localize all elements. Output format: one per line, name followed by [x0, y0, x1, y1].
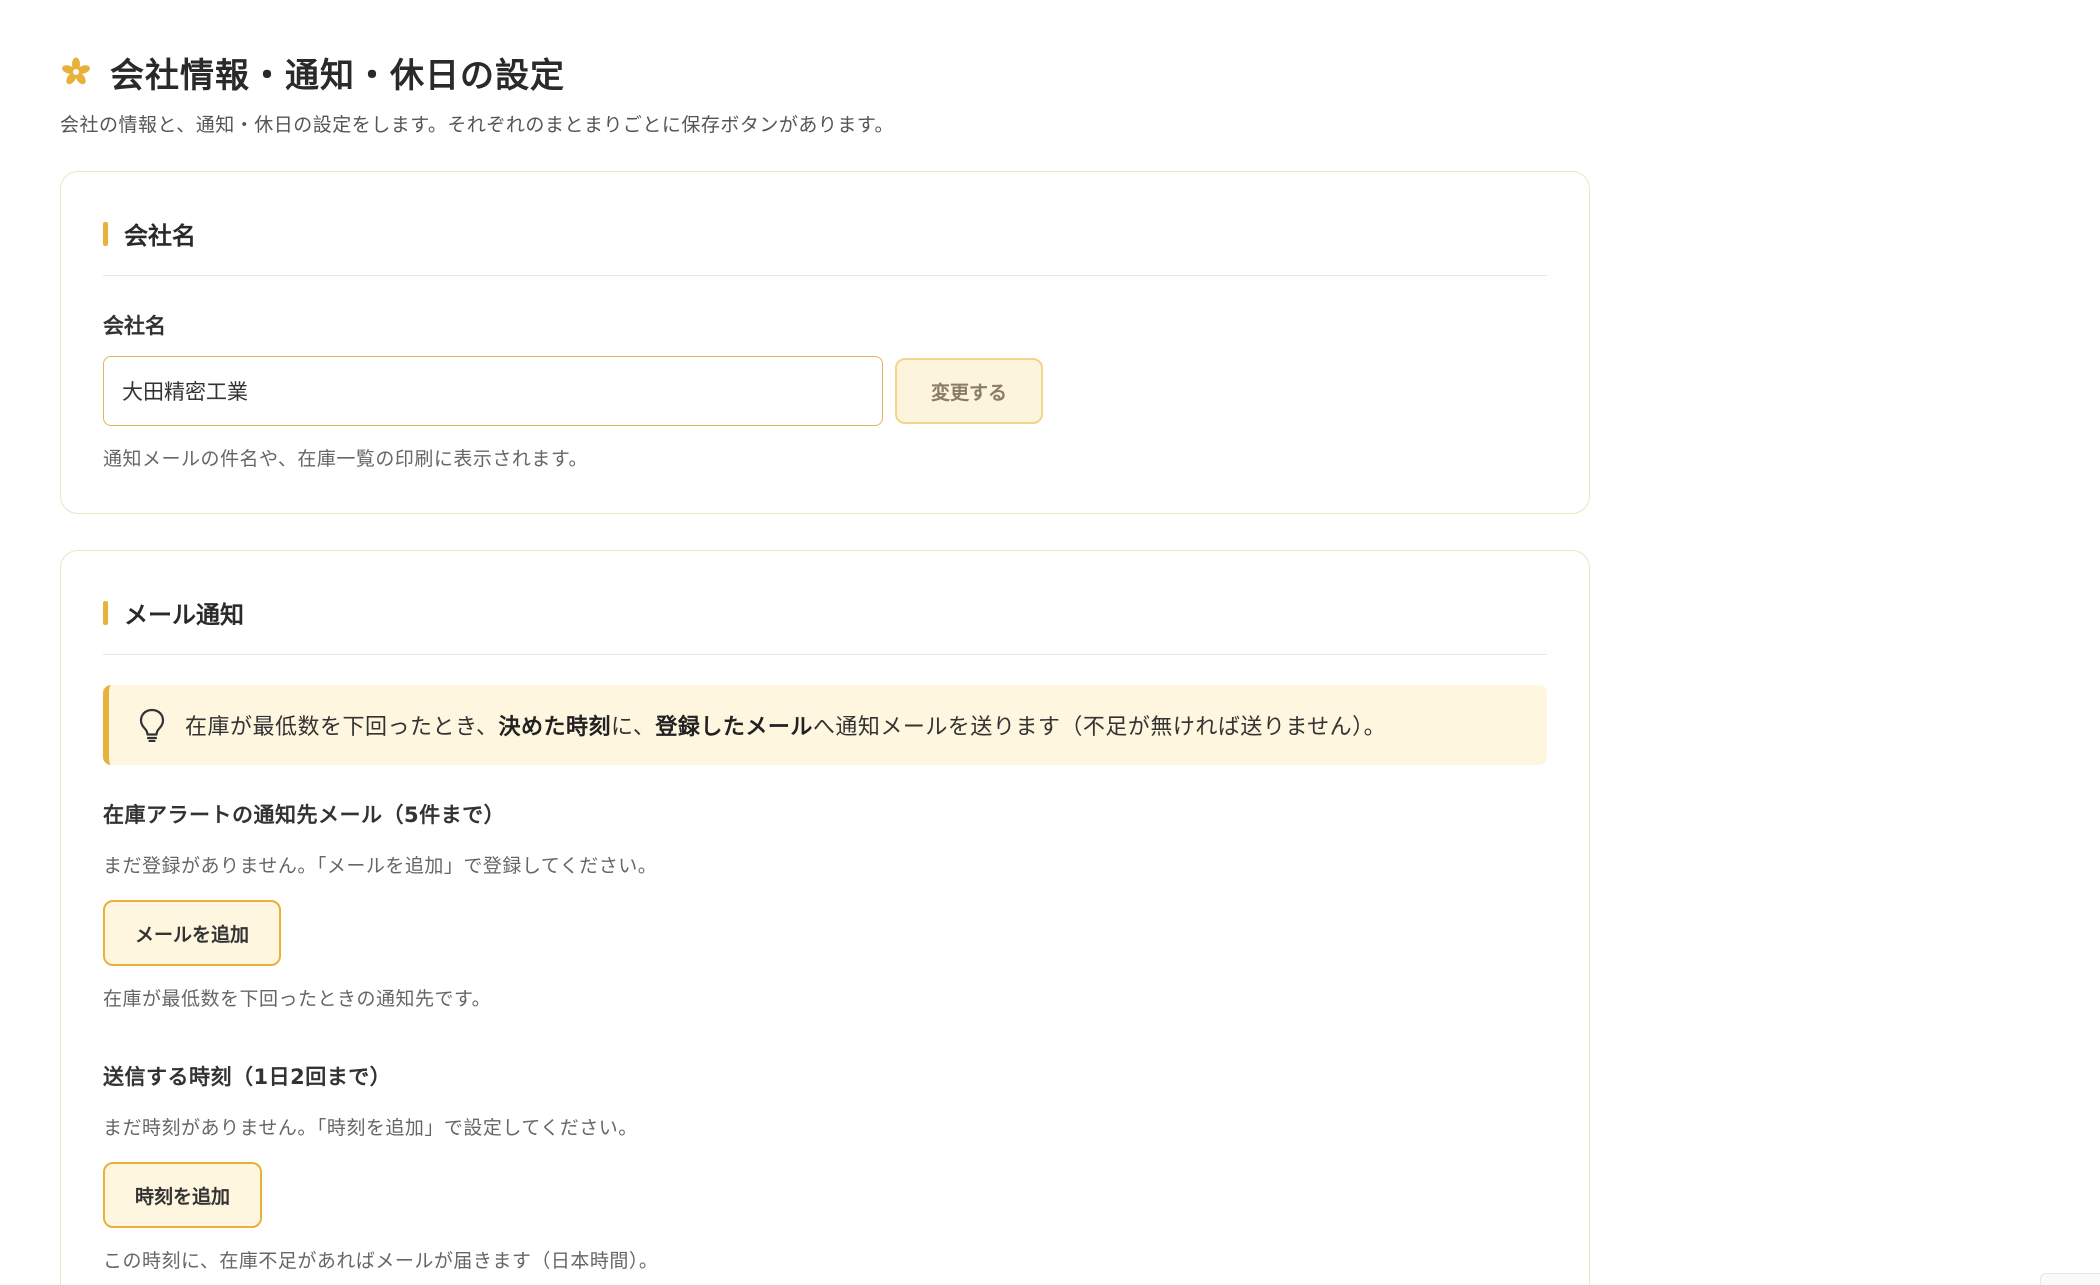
recipients-label: 在庫アラートの通知先メール（5件まで）: [103, 803, 506, 827]
company-name-label: 会社名: [103, 314, 166, 338]
info-text-part: に、: [610, 715, 656, 740]
card-header: メール通知: [103, 551, 1547, 655]
accent-bar: [103, 600, 108, 625]
flower-icon: [60, 56, 92, 88]
lightbulb-icon: [137, 708, 167, 742]
recipients-section: 在庫アラートの通知先メール（5件まで） まだ登録がありません。「メールを追加」で…: [103, 799, 1547, 1011]
times-empty-text: まだ時刻がありません。「時刻を追加」で設定してください。: [103, 1117, 638, 1139]
info-text-bold: 決めた時刻: [498, 715, 611, 740]
info-text: 在庫が最低数を下回ったとき、決めた時刻に、登録したメールへ通知メールを送ります（…: [185, 709, 1386, 741]
change-company-name-button[interactable]: 変更する: [895, 358, 1043, 424]
mail-notification-card: メール通知 在庫が最低数を下回ったとき、決めた時刻に、登録したメールへ通知メール…: [60, 550, 1590, 1285]
info-text-part: 在庫が最低数を下回ったとき、: [185, 715, 499, 740]
corner-widget: [2040, 1273, 2100, 1285]
company-name-card: 会社名 会社名 変更する 通知メールの件名や、在庫一覧の印刷に表示されます。: [60, 171, 1590, 514]
times-section: 送信する時刻（1日2回まで） まだ時刻がありません。「時刻を追加」で設定してくだ…: [103, 1061, 1547, 1273]
add-mail-button[interactable]: メールを追加: [103, 900, 282, 966]
add-time-button[interactable]: 時刻を追加: [103, 1162, 263, 1228]
times-help: この時刻に、在庫不足があればメールが届きます（日本時間）。: [103, 1250, 659, 1272]
card-header: 会社名: [103, 172, 1547, 276]
times-label: 送信する時刻（1日2回まで）: [103, 1065, 392, 1089]
accent-bar: [103, 221, 108, 246]
info-text-part: へ通知メールを送ります（不足が無ければ送りません）。: [812, 715, 1387, 740]
info-box: 在庫が最低数を下回ったとき、決めた時刻に、登録したメールへ通知メールを送ります（…: [103, 685, 1547, 765]
card-title-company: 会社名: [124, 222, 196, 250]
settings-page: 会社情報・通知・休日の設定 会社の情報と、通知・休日の設定をします。それぞれのま…: [0, 0, 2100, 1285]
recipients-empty-text: まだ登録がありません。「メールを追加」で登録してください。: [103, 855, 658, 877]
info-text-bold: 登録したメール: [655, 715, 813, 740]
page-header: 会社情報・通知・休日の設定: [60, 48, 2100, 96]
page-title: 会社情報・通知・休日の設定: [110, 55, 565, 96]
page-description: 会社の情報と、通知・休日の設定をします。それぞれのまとまりごとに保存ボタンがあり…: [60, 114, 894, 136]
card-title-mail: メール通知: [124, 601, 244, 629]
company-name-row: 変更する: [103, 356, 1547, 426]
company-name-help: 通知メールの件名や、在庫一覧の印刷に表示されます。: [103, 448, 589, 470]
recipients-help: 在庫が最低数を下回ったときの通知先です。: [103, 988, 492, 1010]
company-name-input[interactable]: [103, 356, 883, 426]
